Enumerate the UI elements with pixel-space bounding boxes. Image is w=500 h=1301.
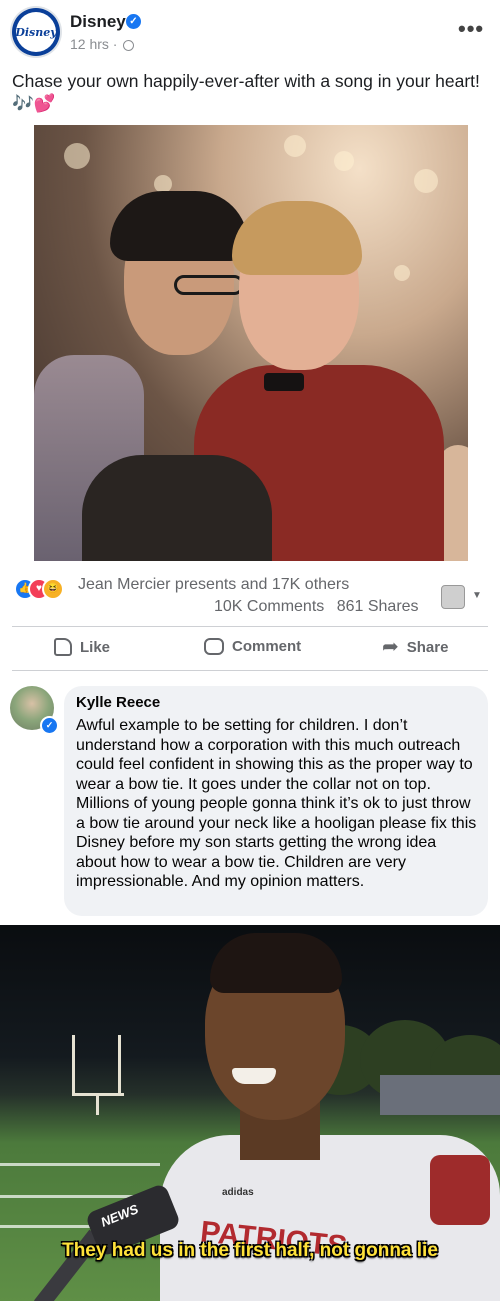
shoulder-pad (430, 1155, 490, 1225)
person-hair (110, 191, 248, 261)
yard-line (0, 1163, 160, 1166)
bokeh-light (64, 143, 90, 169)
disney-logo: Disney (15, 12, 57, 52)
goalpost (118, 1035, 121, 1095)
shares-count[interactable]: 861 Shares (337, 598, 419, 615)
viewer-avatar[interactable] (441, 585, 465, 609)
thumbs-up-icon (54, 638, 72, 656)
reaction-summary[interactable]: Jean Mercier presents and 17K others (78, 576, 349, 594)
like-button[interactable]: Like (54, 638, 110, 656)
divider (12, 626, 488, 627)
goalpost (72, 1035, 75, 1095)
bokeh-light (334, 151, 354, 171)
page-avatar[interactable]: Disney (12, 8, 60, 56)
verified-badge-icon: ✓ (40, 716, 59, 735)
post-photo[interactable] (34, 125, 468, 561)
comment-text: Awful example to be setting for children… (76, 717, 477, 890)
bleachers (380, 1075, 500, 1115)
player-hair (210, 933, 342, 993)
post-caption: Chase your own happily-ever-after with a… (12, 71, 480, 113)
player-smile (232, 1068, 276, 1084)
engagement-stats: 10K Comments 861 Shares (214, 598, 427, 616)
glasses (174, 275, 244, 295)
post-time-text: 12 hrs · (70, 36, 118, 52)
jersey-brand: adidas (222, 1187, 254, 1198)
more-options-icon[interactable]: ••• (458, 16, 484, 42)
goalpost (96, 1095, 99, 1115)
bokeh-light (414, 169, 438, 193)
comment-button[interactable]: Comment (204, 638, 301, 655)
page-name[interactable]: Disney (70, 12, 126, 32)
bow-tie (264, 373, 304, 391)
comment-label: Comment (232, 638, 302, 655)
like-label: Like (80, 638, 111, 656)
comments-count[interactable]: 10K Comments (214, 598, 324, 615)
share-button[interactable]: ➦ Share (382, 636, 449, 658)
disney-logo-text: Disney (15, 25, 57, 39)
verified-badge-icon: ✓ (126, 14, 141, 29)
meme-subtitle: They had us in the first half, not gonna… (62, 1240, 438, 1261)
bokeh-light (284, 135, 306, 157)
person-hair (232, 201, 362, 275)
share-arrow-icon: ➦ (382, 636, 399, 658)
person-dark-jacket (82, 455, 272, 561)
globe-icon (123, 40, 135, 51)
chevron-down-icon[interactable]: ▼ (472, 590, 482, 601)
meme-image: adidas PATRIOTS NEWS They had us in the … (0, 925, 500, 1301)
haha-icon: 😆 (42, 578, 64, 600)
post-timestamp[interactable]: 12 hrs · (70, 36, 135, 52)
bokeh-light (394, 265, 410, 281)
divider (12, 670, 488, 671)
comment-icon (204, 638, 224, 655)
commenter-name[interactable]: Kylle Reece (76, 694, 160, 711)
share-label: Share (406, 638, 449, 656)
